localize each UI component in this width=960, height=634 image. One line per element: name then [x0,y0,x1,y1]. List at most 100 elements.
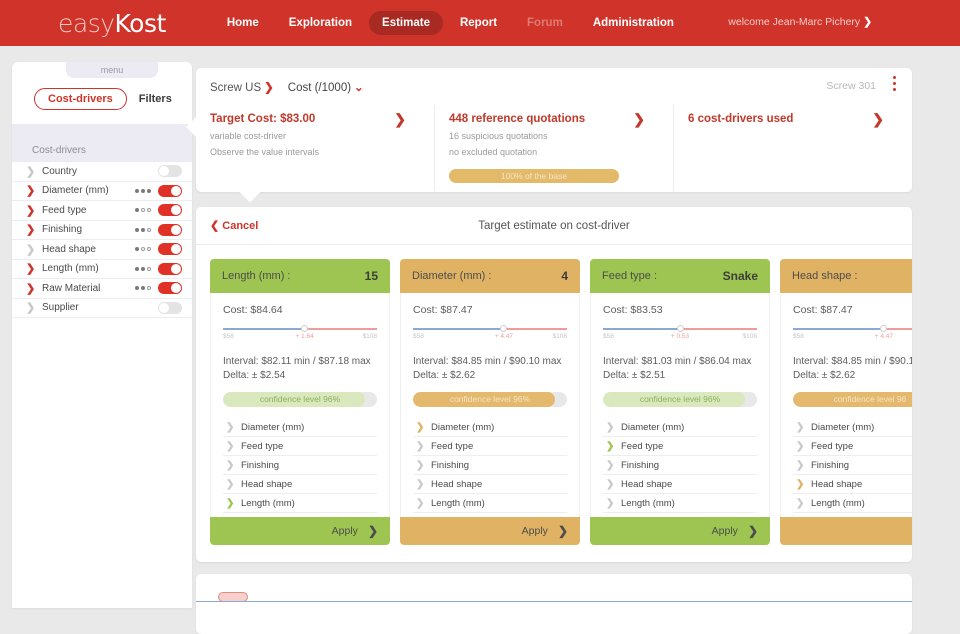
chevron-right-icon[interactable]: ❯ [26,301,42,314]
card-driver-row[interactable]: ❯ Diameter (mm) [223,418,377,437]
summary-panel: Screw US ❯ Cost (/1000) ⌄ Screw 301 Target… [186,68,912,203]
chevron-right-icon[interactable]: ❯ [26,282,42,295]
card-driver-row[interactable]: ❯ Length (mm) [793,494,912,513]
chevron-right-icon[interactable]: ❯ [633,111,645,128]
cost-range-slider[interactable]: $58+ 4.47$108 [413,325,567,341]
card-driver-row[interactable]: ❯ Feed type [223,437,377,456]
chevron-right-icon[interactable]: ❯ [223,441,241,452]
sidebar-item-raw-material[interactable]: ❯ Raw Material [12,279,192,299]
chevron-right-icon[interactable]: ❯ [26,223,42,236]
breadcrumb[interactable]: Screw US ❯ [210,80,274,94]
chevron-right-icon[interactable]: ❯ [26,165,42,178]
toggle-switch[interactable] [158,165,182,178]
chevron-right-icon[interactable]: ❯ [793,441,811,452]
chevron-right-icon[interactable]: ❯ [413,479,431,490]
chevron-right-icon[interactable]: ❯ [793,479,811,490]
nav-item-estimate[interactable]: Estimate [369,11,443,35]
toggle-switch[interactable] [158,243,182,256]
summary-column-1: Target Cost: $83.00 ❯ variable cost-driver… [196,105,434,191]
impact-dots-icon [135,286,151,291]
sidebar-item-diameter-mm[interactable]: ❯ Diameter (mm) [12,182,192,201]
nav-item-administration[interactable]: Administration [580,11,687,35]
tab-cost-drivers[interactable]: Cost-drivers [34,88,127,110]
card-driver-row[interactable]: ❯ Finishing [603,456,757,475]
sidebar-item-supplier[interactable]: ❯ Supplier [12,299,192,318]
sidebar-item-head-shape[interactable]: ❯ Head shape [12,240,192,260]
card-driver-row[interactable]: ❯ Finishing [413,456,567,475]
card-driver-row[interactable]: ❯ Feed type [603,437,757,456]
toggle-switch[interactable] [158,301,182,314]
chevron-right-icon[interactable]: ❯ [223,498,241,509]
cost-range-slider[interactable]: $58+ 4.47$108 [793,325,912,341]
chevron-right-icon[interactable]: ❯ [413,498,431,509]
unit-selector[interactable]: Cost (/1000) ⌄ [288,80,364,94]
apply-button[interactable]: Apply ❯ [590,517,770,545]
chevron-right-icon[interactable]: ❯ [793,460,811,471]
chevron-right-icon: ❯ [367,524,378,538]
card-driver-row[interactable]: ❯ Finishing [223,456,377,475]
impact-dots-icon [135,266,151,271]
chevron-right-icon[interactable]: ❯ [872,111,884,128]
chevron-right-icon[interactable]: ❯ [223,422,241,433]
chevron-right-icon[interactable]: ❯ [413,441,431,452]
chevron-right-icon[interactable]: ❯ [26,184,42,197]
chevron-right-icon[interactable]: ❯ [394,111,406,128]
sidebar-item-country[interactable]: ❯ Country [12,162,192,182]
card-driver-row[interactable]: ❯ Diameter (mm) [603,418,757,437]
chevron-right-icon[interactable]: ❯ [603,479,621,490]
card-driver-row[interactable]: ❯ Length (mm) [603,494,757,513]
sidebar-item-feed-type[interactable]: ❯ Feed type [12,201,192,221]
apply-button[interactable]: Apply ❯ [400,517,580,545]
chevron-right-icon[interactable]: ❯ [223,460,241,471]
nav-item-report[interactable]: Report [447,11,510,35]
toggle-switch[interactable] [158,204,182,217]
cost-range-slider[interactable]: $58 + 0.53 $108 [603,325,757,341]
card-driver-row[interactable]: ❯ Head shape [223,475,377,494]
chevron-right-icon[interactable]: ❯ [223,479,241,490]
card-driver-row[interactable]: ❯ Length (mm) [413,494,567,513]
card-driver-row[interactable]: ❯ Head shape [793,475,912,494]
apply-button[interactable] [780,517,912,545]
chevron-right-icon[interactable]: ❯ [26,204,42,217]
chevron-right-icon[interactable]: ❯ [26,243,42,256]
chevron-right-icon[interactable]: ❯ [603,422,621,433]
nav-item-forum[interactable]: Forum [514,11,576,35]
card-driver-row-label: Head shape [811,478,863,490]
card-driver-row[interactable]: ❯ Finishing [793,456,912,475]
chevron-right-icon[interactable]: ❯ [603,498,621,509]
slider-max-label: $108 [552,333,567,340]
nav-item-home[interactable]: Home [214,11,272,35]
card-driver-row[interactable]: ❯ Head shape [413,475,567,494]
sidebar-item-finishing[interactable]: ❯ Finishing [12,221,192,240]
card-driver-row[interactable]: ❯ Diameter (mm) [413,418,567,437]
chevron-right-icon[interactable]: ❯ [603,441,621,452]
chevron-right-icon[interactable]: ❯ [413,422,431,433]
card-driver-row[interactable]: ❯ Diameter (mm) [793,418,912,437]
slider-knob[interactable] [500,325,508,332]
sidebar-menu-tab[interactable]: menu [66,62,158,78]
apply-button[interactable]: Apply ❯ [210,517,390,545]
chevron-right-icon[interactable]: ❯ [603,460,621,471]
slider-knob[interactable] [301,325,309,332]
toggle-switch[interactable] [158,223,182,236]
card-driver-row[interactable]: ❯ Length (mm) [223,494,377,513]
chevron-right-icon[interactable]: ❯ [793,498,811,509]
toggle-switch[interactable] [158,282,182,295]
toggle-switch[interactable] [158,184,182,197]
chevron-right-icon[interactable]: ❯ [793,422,811,433]
chevron-right-icon[interactable]: ❯ [26,262,42,275]
cost-range-slider[interactable]: $58 + 1.64 $108 [223,325,377,341]
chevron-right-icon[interactable]: ❯ [413,460,431,471]
more-options-icon[interactable] [893,76,896,94]
welcome-user-link[interactable]: welcome Jean-Marc Pichery ❯ [728,16,872,28]
nav-item-exploration[interactable]: Exploration [276,11,365,35]
toggle-switch[interactable] [158,262,182,275]
slider-knob[interactable] [880,325,888,332]
card-driver-row[interactable]: ❯ Feed type [413,437,567,456]
app-logo[interactable]: easyKost [58,9,166,38]
sidebar-item-length-mm[interactable]: ❯ Length (mm) [12,260,192,279]
card-driver-row[interactable]: ❯ Feed type [793,437,912,456]
tab-filters[interactable]: Filters [139,93,172,105]
card-driver-row[interactable]: ❯ Head shape [603,475,757,494]
slider-knob[interactable] [676,325,684,332]
